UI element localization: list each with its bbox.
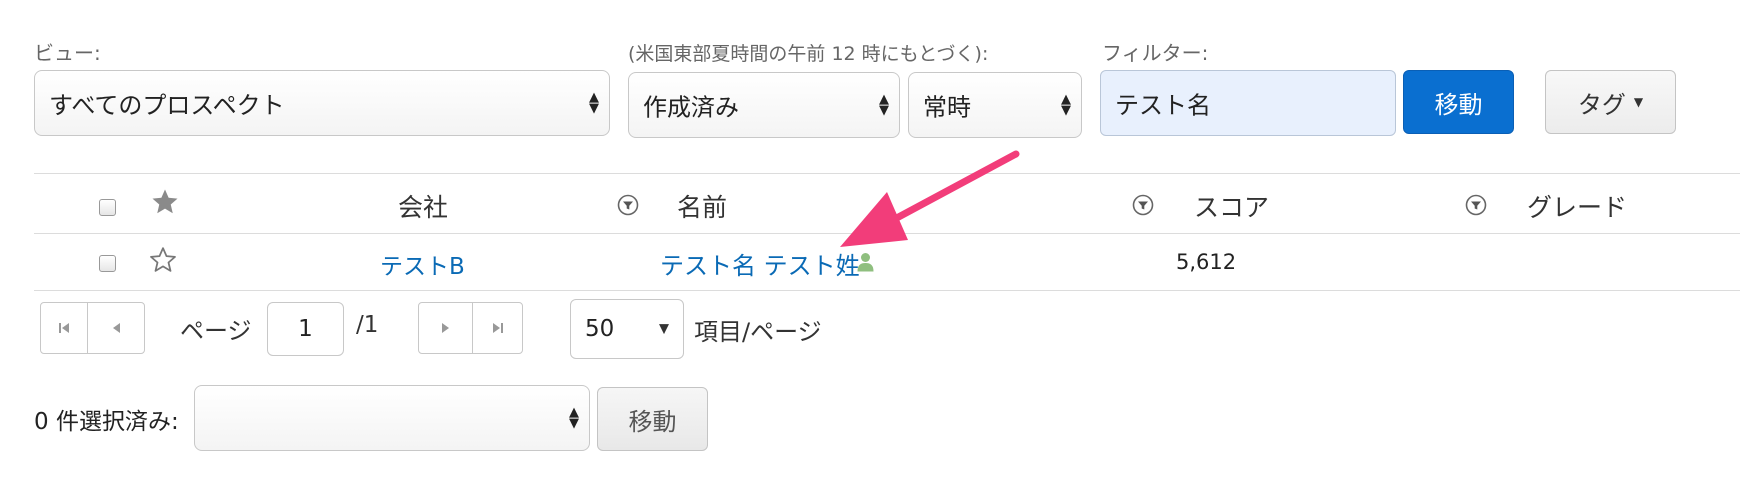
per-page-label: 項目/ページ bbox=[694, 318, 822, 346]
selected-count-label: 0 件選択済み: bbox=[34, 409, 179, 435]
select-arrows-icon: ▲ ▼ bbox=[589, 90, 599, 116]
prev-page-icon bbox=[113, 323, 120, 333]
column-header-grade[interactable]: グレード bbox=[1527, 188, 1627, 224]
filter-input-value: テスト名 bbox=[1115, 91, 1211, 120]
view-label: ビュー: bbox=[34, 41, 101, 65]
table-bottom-border bbox=[34, 290, 1740, 291]
select-arrows-icon: ▲ ▼ bbox=[879, 92, 889, 118]
bulk-action-select[interactable]: ▲ ▼ bbox=[194, 385, 590, 451]
per-page-select[interactable]: 50 ▼ bbox=[570, 299, 684, 359]
date-field-value: 作成済み bbox=[643, 93, 739, 122]
column-header-name[interactable]: 名前 bbox=[677, 188, 727, 224]
caret-down-icon: ▼ bbox=[659, 321, 669, 337]
prev-page-button[interactable] bbox=[87, 302, 145, 354]
filter-icon[interactable] bbox=[617, 194, 639, 216]
select-all-checkbox[interactable] bbox=[99, 199, 116, 216]
view-select-value: すべてのプロスペクト bbox=[49, 91, 285, 120]
row-company-link[interactable]: テストB bbox=[380, 247, 465, 281]
column-header-score[interactable]: スコア bbox=[1194, 188, 1269, 224]
view-select[interactable]: すべてのプロスペクト ▲ ▼ bbox=[34, 70, 610, 136]
annotation-arrow bbox=[840, 150, 1020, 247]
filter-icon[interactable] bbox=[1132, 194, 1154, 216]
select-arrows-icon: ▲ ▼ bbox=[569, 405, 579, 431]
date-field-select[interactable]: 作成済み ▲ ▼ bbox=[628, 72, 900, 138]
page-total: /1 bbox=[356, 312, 379, 338]
filter-input[interactable]: テスト名 bbox=[1100, 70, 1396, 136]
next-page-button[interactable] bbox=[418, 302, 473, 354]
page-number-value: 1 bbox=[298, 316, 313, 342]
page-label: ページ bbox=[180, 317, 252, 345]
tag-button[interactable]: タグ ▼ bbox=[1545, 70, 1676, 134]
tag-button-label: タグ bbox=[1577, 90, 1626, 119]
row-score: 5,612 bbox=[1176, 250, 1237, 274]
last-page-icon bbox=[492, 323, 503, 333]
column-header-company[interactable]: 会社 bbox=[398, 188, 448, 224]
row-checkbox[interactable] bbox=[99, 255, 116, 272]
filter-go-button[interactable]: 移動 bbox=[1403, 70, 1514, 134]
last-page-button[interactable] bbox=[472, 302, 523, 354]
next-page-icon bbox=[441, 323, 449, 333]
date-range-select[interactable]: 常時 ▲ ▼ bbox=[908, 72, 1082, 138]
star-outline-icon[interactable] bbox=[147, 245, 179, 275]
caret-down-icon: ▼ bbox=[1633, 95, 1644, 109]
filter-icon[interactable] bbox=[1465, 194, 1487, 216]
date-range-value: 常時 bbox=[923, 93, 971, 122]
select-arrows-icon: ▲ ▼ bbox=[1061, 92, 1071, 118]
page-number-input[interactable]: 1 bbox=[267, 302, 344, 356]
star-filled-icon[interactable] bbox=[149, 187, 181, 217]
first-page-button[interactable] bbox=[40, 302, 88, 354]
per-page-value: 50 bbox=[585, 316, 615, 342]
date-filter-label: (米国東部夏時間の午前 12 時にもとづく): bbox=[628, 43, 989, 65]
bulk-go-button[interactable]: 移動 bbox=[597, 387, 708, 451]
first-page-icon bbox=[59, 323, 69, 333]
filter-label: フィルター: bbox=[1102, 41, 1209, 65]
